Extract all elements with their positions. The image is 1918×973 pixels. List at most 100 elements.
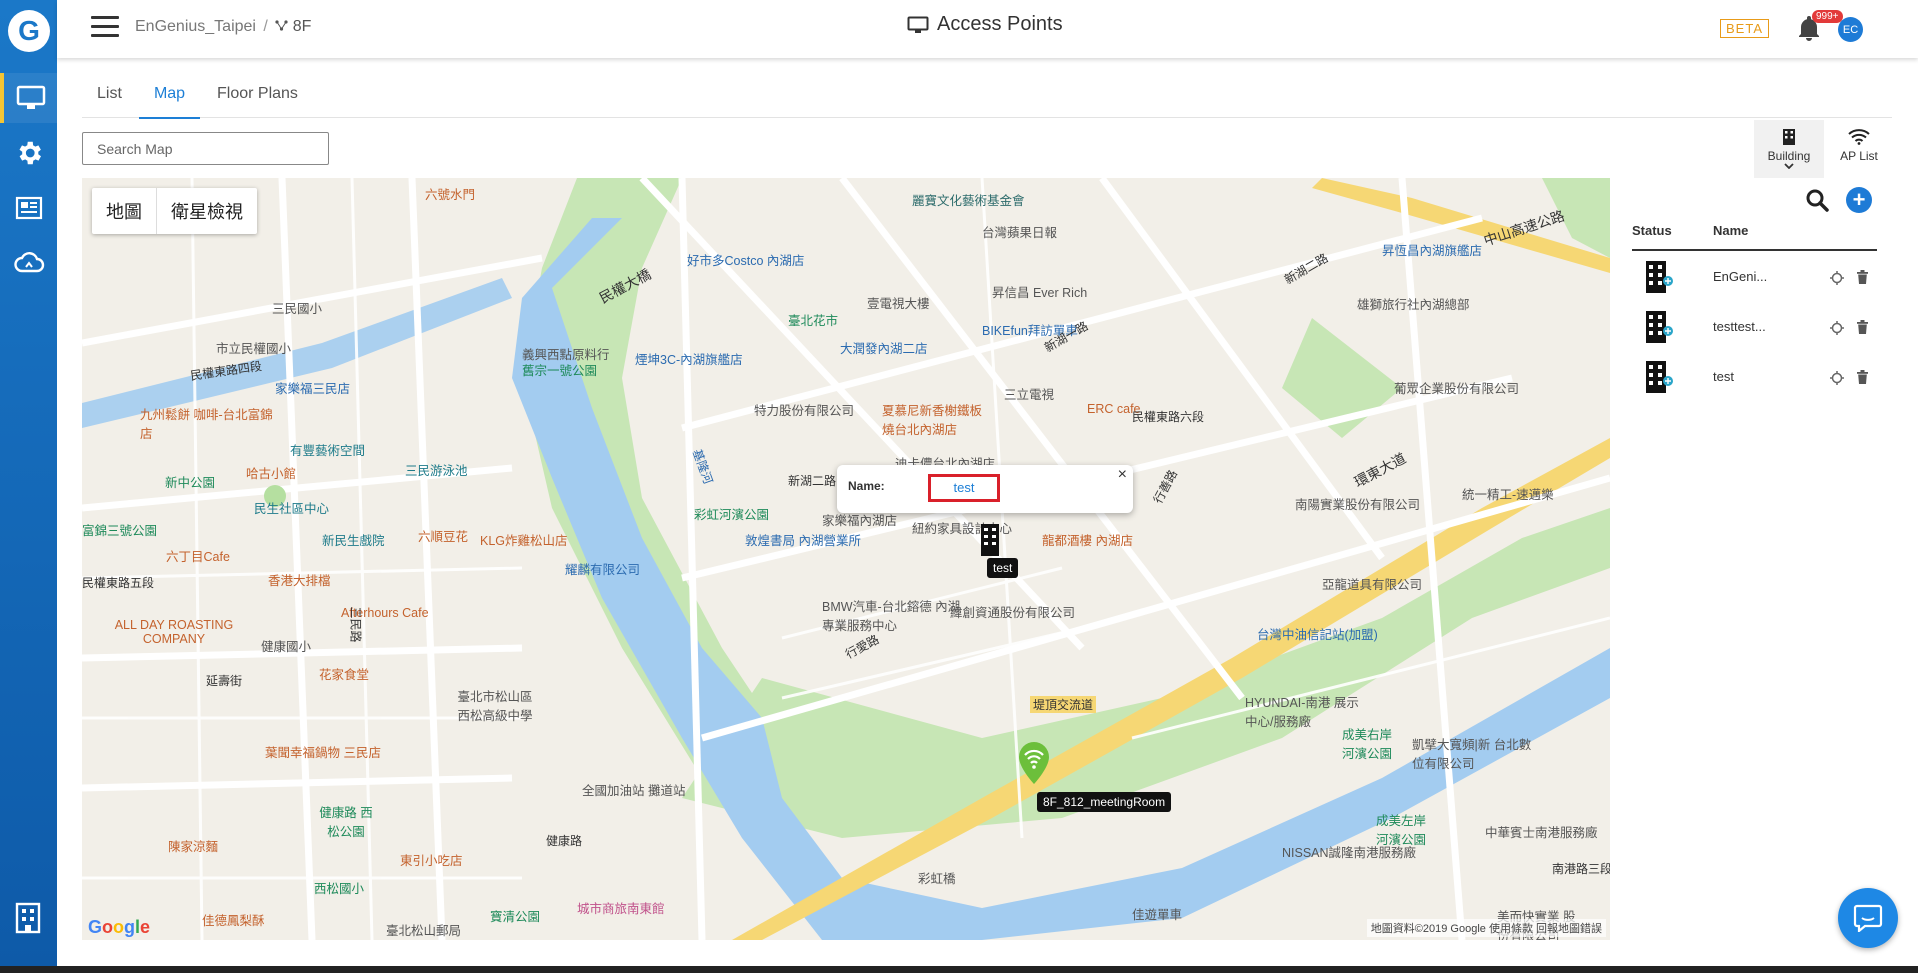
tab-floor-plans[interactable]: Floor Plans (217, 85, 298, 117)
map-label: 佳德鳳梨酥 (202, 914, 265, 928)
table-row[interactable]: test (1632, 359, 1877, 409)
locate-icon[interactable] (1830, 271, 1844, 285)
map-label: 花家食堂 (319, 668, 370, 682)
building-nav-icon[interactable] (14, 902, 42, 934)
view-tabs: List Map Floor Plans (82, 76, 1892, 119)
table-row[interactable]: testtest... (1632, 309, 1877, 359)
wifi-icon (1848, 129, 1870, 145)
map-label: 民生社區中心 (254, 502, 330, 516)
map-label: 煙坤3C-內湖旗艦店 (635, 353, 743, 367)
map-label: 葉聞幸福鍋物 三民店 (265, 746, 381, 760)
tab-map[interactable]: Map (139, 85, 200, 119)
left-nav-rail: G (0, 0, 57, 973)
map-label: 統一精工-速邁樂 (1462, 488, 1554, 502)
engenius-logo[interactable]: G (8, 10, 50, 52)
chevron-down-icon (1784, 163, 1794, 169)
road-label: 健康路 (546, 834, 583, 848)
tab-list[interactable]: List (97, 85, 122, 117)
menu-toggle-button[interactable] (91, 16, 119, 38)
beta-badge: BETA (1720, 19, 1769, 38)
map-canvas[interactable]: 地圖 衛星檢視 六號水門 麗寶文化藝術基金會 好市多Costco 內湖店 台灣蘋… (82, 178, 1610, 940)
google-logo: Google (88, 917, 151, 937)
map-label: 成美右岸 河濱公園 (1342, 728, 1393, 761)
breadcrumb-floor[interactable]: 8F (293, 18, 312, 35)
map-label: 臺北花市 (788, 314, 839, 328)
trash-icon[interactable] (1856, 370, 1869, 384)
road-label: 民權東路五段 (82, 576, 155, 590)
map-label: 哈古小館 (246, 467, 297, 481)
column-status-header: Status (1632, 223, 1672, 238)
building-status-icon (1646, 361, 1673, 393)
map-type-map-button[interactable]: 地圖 (92, 188, 157, 234)
map-label: 台灣中油信記站(加盟) (1257, 628, 1378, 642)
notification-count-badge: 999+ (1812, 10, 1843, 23)
gear-icon (19, 141, 41, 165)
top-bar: EnGenius_Taipei / 8F Access Points BETA … (57, 0, 1918, 58)
building-table-header: Status Name (1632, 223, 1877, 251)
monitor-icon (16, 85, 45, 109)
building-name: EnGeni... (1713, 269, 1768, 284)
table-row[interactable]: EnGeni... (1632, 259, 1877, 309)
chat-icon (1853, 904, 1883, 932)
trash-icon[interactable] (1856, 270, 1869, 284)
map-label: 堤頂交流道 (1030, 696, 1097, 713)
road-label: 南港路三段 (1552, 862, 1610, 876)
building-marker-icon[interactable] (979, 524, 1001, 556)
map-label: 市立民權國小 (216, 342, 292, 356)
map-copyright[interactable]: 地圖資料©2019 Google 使用條款 回報地圖錯誤 (1366, 919, 1606, 937)
reports-nav[interactable] (0, 183, 57, 233)
map-label: 南陽實業股份有限公司 (1295, 498, 1421, 512)
map-label: 葡眾企業股份有限公司 (1394, 382, 1520, 396)
ap-marker-icon[interactable] (1018, 742, 1050, 784)
user-avatar[interactable]: EC (1838, 17, 1863, 42)
building-status-icon (1646, 261, 1673, 293)
map-label: 東引小吃店 (400, 854, 463, 868)
map-label: 凱擘大寬頻|新 台北數位有限公司 (1412, 738, 1532, 771)
locate-icon[interactable] (1830, 371, 1844, 385)
map-label: 亞龍道具有限公司 (1322, 578, 1423, 592)
map-label: 家樂福三民店 (275, 382, 351, 396)
cloud-nav[interactable] (0, 238, 57, 288)
add-building-button[interactable]: + (1846, 187, 1872, 213)
map-label: 寶清公園 (490, 910, 541, 924)
chat-launcher-button[interactable] (1838, 888, 1898, 948)
map-label: 昇恆昌內湖旗艦店 (1382, 244, 1483, 258)
popup-name-label: Name: (848, 479, 885, 493)
breadcrumb-separator: / (263, 18, 268, 35)
map-label: 新民生戲院 (322, 534, 385, 548)
settings-nav[interactable] (0, 128, 57, 178)
locate-icon[interactable] (1830, 321, 1844, 335)
map-label: NISSAN誠隆南港服務廠 (1282, 846, 1417, 860)
search-map-input[interactable] (82, 132, 329, 165)
map-label: 中華賓士南港服務廠 (1485, 826, 1598, 840)
popup-name-value[interactable]: test (928, 474, 1000, 502)
map-label: 雄獅旅行社內湖總部 (1357, 298, 1470, 312)
map-label: 台灣蘋果日報 (982, 226, 1058, 240)
column-name-header: Name (1713, 223, 1749, 238)
map-label: BMW汽車-台北鎔德 內湖專業服務中心 (822, 600, 961, 633)
dashboard-nav[interactable] (0, 73, 57, 123)
page-title-text: Access Points (937, 13, 1063, 35)
map-label: 健康國小 (261, 640, 312, 654)
map-label: KLG炸雞松山店 (480, 534, 568, 548)
map-label: 夏慕尼新香榭鐵板燒台北內湖店 (882, 404, 983, 437)
trash-icon[interactable] (1856, 320, 1869, 334)
map-type-satellite-button[interactable]: 衛星檢視 (157, 188, 257, 234)
ap-list-tool-button[interactable]: AP List (1824, 120, 1894, 178)
breadcrumb-org[interactable]: EnGenius_Taipei (135, 18, 256, 35)
map-label: 新湖二路 (788, 474, 837, 488)
map-label: 六順豆花 (418, 530, 469, 544)
road-label: 民權東路六段 (1132, 410, 1205, 424)
bottom-edge-bar (0, 966, 1918, 973)
map-label: 臺北市松山區 西松高級中學 (457, 690, 533, 723)
map-label: 健康路 西松公園 (319, 806, 373, 839)
building-icon (1783, 129, 1795, 145)
search-icon[interactable] (1805, 188, 1829, 212)
popup-close-button[interactable]: × (1118, 466, 1127, 484)
building-name: testtest... (1713, 319, 1766, 334)
monitor-icon (907, 16, 929, 33)
building-tool-button[interactable]: Building (1754, 120, 1824, 178)
breadcrumb: EnGenius_Taipei / 8F (135, 18, 311, 36)
ap-marker-label: 8F_812_meetingRoom (1037, 792, 1172, 812)
building-tool-label: Building (1767, 149, 1811, 163)
